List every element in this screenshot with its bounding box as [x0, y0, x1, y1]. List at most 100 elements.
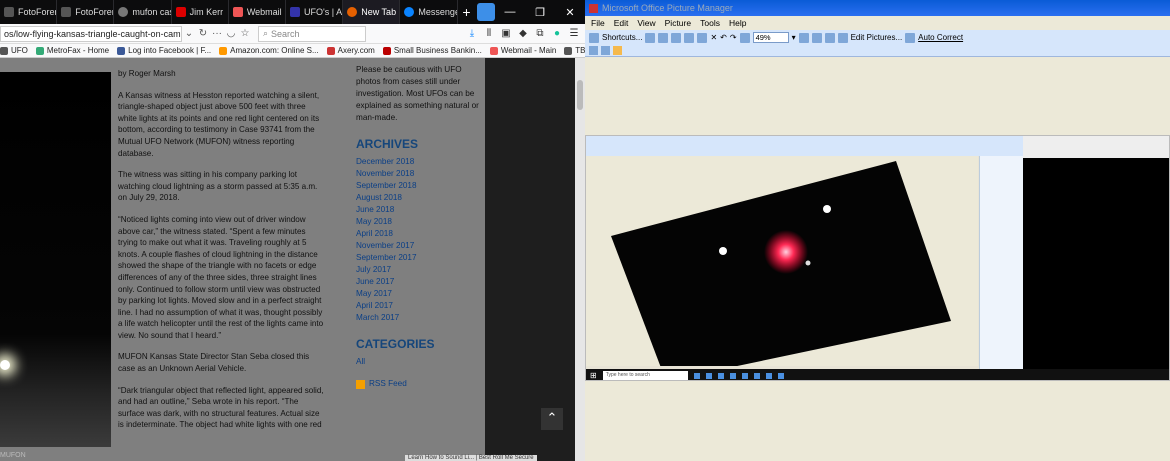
extension-icon[interactable]: [477, 3, 496, 21]
scrollbar-thumb[interactable]: [577, 80, 583, 110]
thumbnail-view-icon[interactable]: [589, 46, 598, 55]
tab-strip: FotoForen FotoForen mufon cas Jim Kerr W…: [0, 0, 585, 24]
archive-link[interactable]: March 2017: [356, 312, 481, 324]
delete-icon[interactable]: ✕: [710, 33, 717, 42]
new-tab-button[interactable]: +: [458, 4, 476, 20]
tab-favicon-icon: [347, 7, 358, 17]
bookmark-star-icon[interactable]: ☆: [238, 28, 252, 39]
menu-dots-icon[interactable]: ···: [210, 28, 224, 39]
auto-correct-button[interactable]: Auto Correct: [918, 33, 963, 42]
archive-link[interactable]: June 2018: [356, 204, 481, 216]
menu-view[interactable]: View: [637, 18, 655, 28]
archive-link[interactable]: September 2017: [356, 252, 481, 264]
archive-link[interactable]: December 2018: [356, 156, 481, 168]
save-icon[interactable]: [645, 32, 656, 43]
shortcuts-button[interactable]: Shortcuts...: [602, 33, 642, 42]
undo-icon[interactable]: ↶: [720, 33, 727, 42]
hamburger-menu-icon[interactable]: ☰: [567, 28, 581, 39]
scroll-to-top-button[interactable]: ⌃: [541, 408, 563, 430]
sidebar-notice: Please be cautious with UFO photos from …: [356, 65, 479, 122]
taskbar-app-icon: [753, 372, 760, 379]
copy-icon[interactable]: [684, 32, 695, 43]
menu-help[interactable]: Help: [729, 18, 746, 28]
rss-link[interactable]: RSS Feed: [356, 378, 481, 390]
tab-favicon-icon: [4, 7, 14, 17]
taskbar-app-icon: [729, 372, 736, 379]
tab-favicon-icon: [290, 7, 301, 17]
url-bar[interactable]: os/low-flying-kansas-triangle-caught-on-…: [0, 25, 182, 42]
bookmark-item[interactable]: Webmail - Main: [489, 46, 556, 55]
archive-link[interactable]: April 2018: [356, 228, 481, 240]
browser-tab-1[interactable]: FotoForen: [57, 0, 115, 24]
browser-tab-3[interactable]: Jim Kerr: [172, 0, 229, 24]
taskbar-search: Type here to search: [602, 371, 688, 380]
archive-link[interactable]: May 2017: [356, 288, 481, 300]
library-icon[interactable]: ⫴: [482, 28, 496, 39]
archive-link[interactable]: June 2017: [356, 276, 481, 288]
nested-browser-window: [1023, 136, 1169, 369]
search-icon: ⌕: [263, 28, 269, 38]
rotate-icon[interactable]: [739, 32, 750, 43]
taskbar-app-icon: [705, 372, 712, 379]
sidebar-icon[interactable]: ▣: [499, 28, 513, 39]
edit-pictures-button[interactable]: Edit Pictures...: [851, 33, 903, 42]
search-input[interactable]: ⌕ Search: [258, 25, 366, 42]
archive-link[interactable]: September 2018: [356, 180, 481, 192]
browser-tab-0[interactable]: FotoForen: [0, 0, 58, 24]
download-icon[interactable]: ⤓: [465, 28, 479, 39]
browser-tab-6[interactable]: New Tab: [343, 0, 401, 24]
menu-picture[interactable]: Picture: [665, 18, 691, 28]
zoom-icon[interactable]: [798, 32, 809, 43]
extension-icon[interactable]: ◆: [516, 28, 530, 39]
bookmark-item[interactable]: Axery.com: [326, 46, 375, 55]
menu-tools[interactable]: Tools: [700, 18, 720, 28]
browser-tab-2[interactable]: mufon cas: [114, 0, 172, 24]
menu-edit[interactable]: Edit: [614, 18, 629, 28]
pocket-icon[interactable]: ◡: [224, 28, 238, 39]
archive-link[interactable]: November 2018: [356, 168, 481, 180]
auto-correct-icon: [905, 32, 916, 43]
grammarly-icon[interactable]: ●: [550, 28, 564, 39]
article-paragraph: “Dark triangular object that reflected l…: [118, 385, 324, 430]
archive-link[interactable]: April 2017: [356, 300, 481, 312]
paste-icon[interactable]: [697, 32, 708, 43]
page-scrollbar[interactable]: [575, 58, 585, 461]
browser-tab-7[interactable]: Messenge: [400, 0, 458, 24]
filmstrip-view-icon[interactable]: [601, 46, 610, 55]
archive-link[interactable]: May 2018: [356, 216, 481, 228]
category-link[interactable]: All: [356, 356, 481, 368]
zoom-dropdown-icon[interactable]: ▾: [792, 33, 796, 42]
bookmarks-bar: UFO MetroFax - Home Log into Facebook | …: [0, 44, 585, 58]
bookmark-item[interactable]: UFO: [0, 46, 28, 55]
picture-canvas: ⊞ Type here to search: [585, 57, 1170, 461]
bookmark-item[interactable]: Small Business Bankin...: [382, 46, 482, 55]
bookmark-item[interactable]: TBV INV.: [564, 46, 585, 55]
zoom-select[interactable]: 49%: [752, 32, 789, 43]
restore-button[interactable]: ❐: [525, 6, 555, 19]
reload-icon[interactable]: ↻: [196, 28, 210, 39]
bookmark-item[interactable]: Amazon.com: Online S...: [219, 46, 319, 55]
bookmark-item[interactable]: Log into Facebook | F...: [117, 46, 211, 55]
screenshot-icon[interactable]: ⧉: [533, 28, 547, 39]
displayed-picture: ⊞ Type here to search: [585, 135, 1170, 381]
redo-icon[interactable]: ↷: [730, 33, 737, 42]
archive-link[interactable]: November 2017: [356, 240, 481, 252]
tab-favicon-icon: [175, 7, 186, 17]
rotate-right-icon[interactable]: [824, 32, 835, 43]
archive-link[interactable]: August 2018: [356, 192, 481, 204]
menu-file[interactable]: File: [591, 18, 605, 28]
taskbar-app-icon: [741, 372, 748, 379]
open-icon[interactable]: [658, 32, 669, 43]
bookmark-favicon-icon: [35, 46, 44, 55]
cut-icon[interactable]: [671, 32, 682, 43]
browser-tab-5[interactable]: UFO's | Au: [286, 0, 344, 24]
taskbar-app-icon: [777, 372, 784, 379]
single-picture-view-icon[interactable]: [613, 46, 622, 55]
bookmark-item[interactable]: MetroFax - Home: [35, 46, 109, 55]
dropdown-icon[interactable]: ⌄: [182, 28, 196, 39]
archive-link[interactable]: July 2017: [356, 264, 481, 276]
rotate-left-icon[interactable]: [811, 32, 822, 43]
minimize-button[interactable]: —: [495, 6, 525, 19]
browser-tab-4[interactable]: Webmail: [229, 0, 287, 24]
close-button[interactable]: ✕: [555, 6, 585, 19]
